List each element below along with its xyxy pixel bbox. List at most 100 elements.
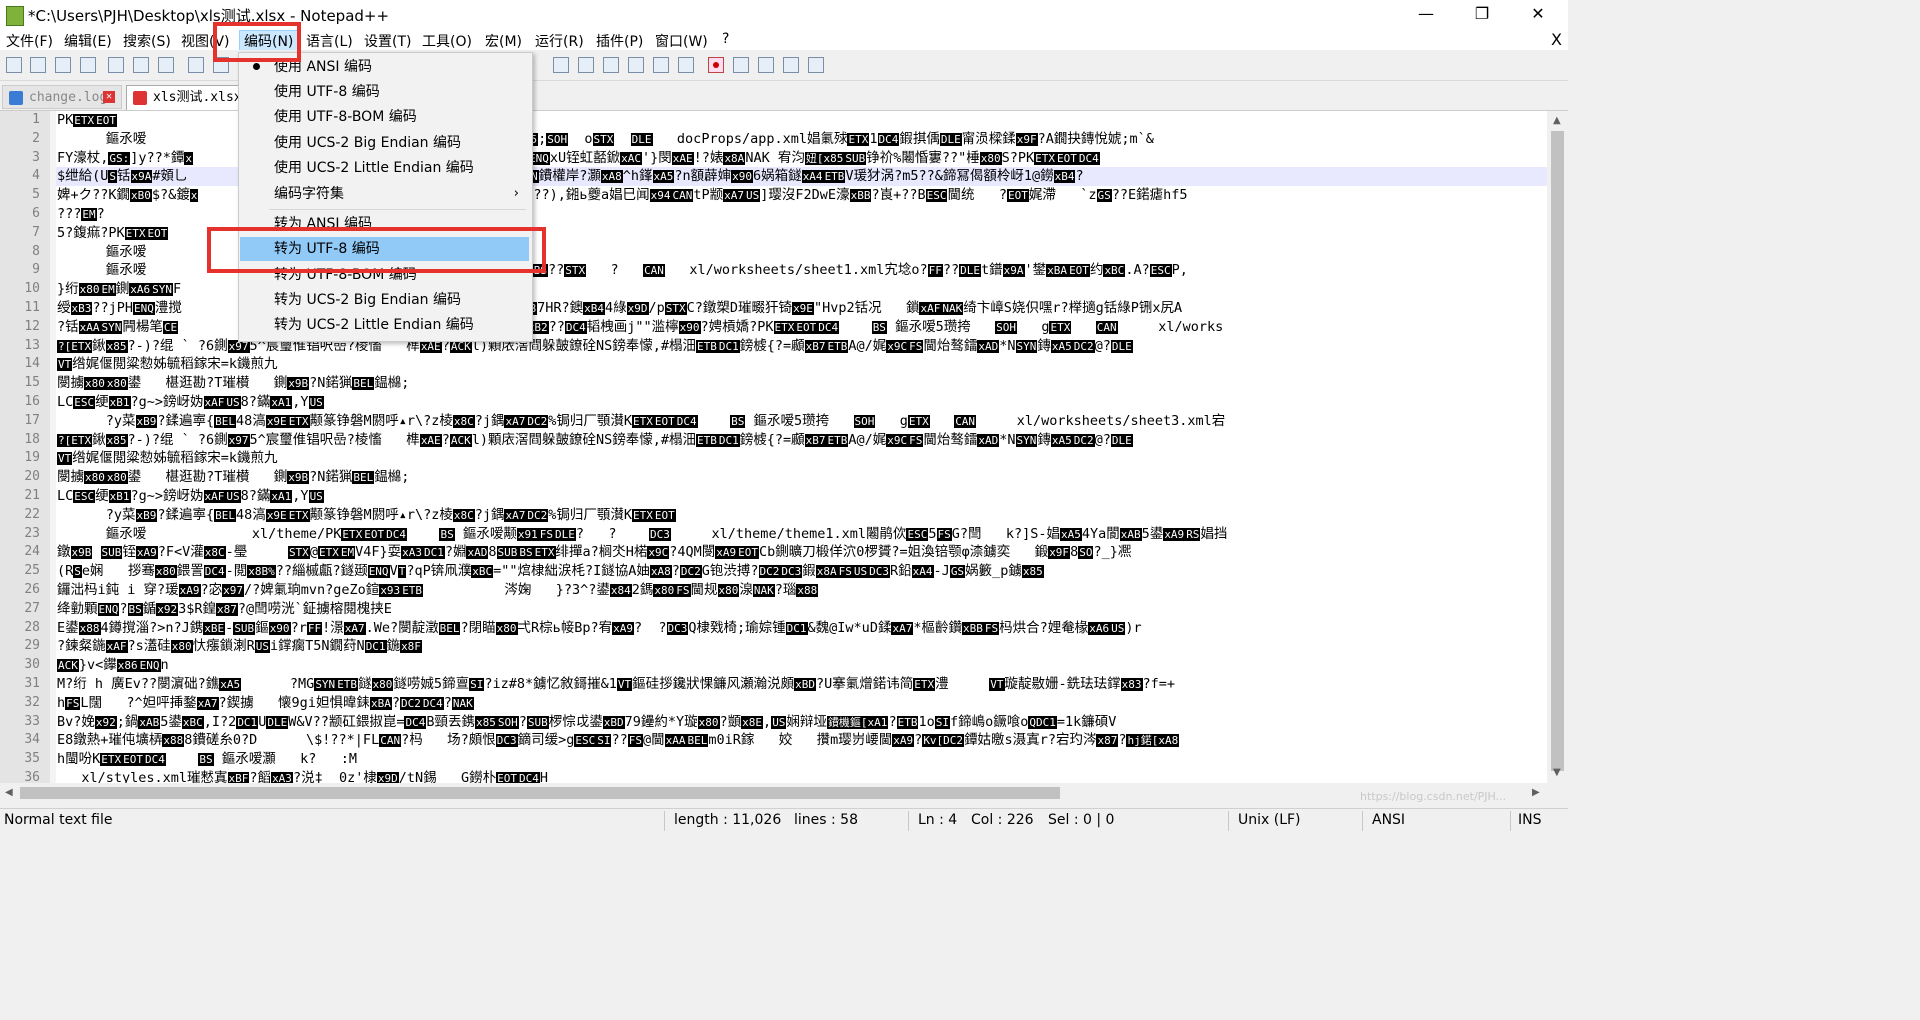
code-line[interactable]: ???EM? xyxy=(57,205,105,225)
close-tab-icon[interactable]: ✕ xyxy=(103,91,115,103)
code-line[interactable]: 绛勭顆ENQ?BS鍎x923$R鍠x87?@閆唠洸`鉦擄榕閱槐挟E xyxy=(57,600,392,620)
code-line[interactable]: ?[ETX鍬x85?-)?绲 ` ?6鍘x975^宸璽倠锠呎嵒?棱慉 榫xAE?… xyxy=(57,431,1133,451)
save-icon[interactable] xyxy=(55,57,71,73)
menu-help[interactable]: ? xyxy=(718,31,733,47)
close-file-icon[interactable] xyxy=(108,57,124,73)
control-char-badge: QDC1 xyxy=(1028,715,1057,729)
code-line[interactable]: 閿擄x80 x80鍙 椹逛勘?T璀櫕 鍘x9B?N鍩猟BEL鎾檰; xyxy=(57,374,409,394)
scroll-up-icon[interactable]: ▲ xyxy=(1553,115,1561,126)
code-line[interactable]: (RSe娴 拶骞x80鍡詈DC4-閲x8B%??緇槭甗?鐩颋ENQVT?qP锛凧… xyxy=(57,562,1044,582)
control-char-badge: SYN xyxy=(1015,433,1038,447)
save-macro-icon[interactable] xyxy=(808,57,824,73)
open-file-icon[interactable] xyxy=(30,57,46,73)
close-all-icon[interactable] xyxy=(133,57,149,73)
show-all-chars-icon[interactable] xyxy=(578,57,594,73)
code-line[interactable]: Bv?娩x92;鍋xAB5鍙xBC,I?2DC1UDLEW&V??颛矼鍡掓崑=D… xyxy=(57,713,1116,733)
code-line[interactable]: 婢+ク??K鐗xB0$?&鍍x 寚?X宕穇FS绠x80??),鎺ь夔a娼巳闻x9… xyxy=(57,186,1188,206)
folder-workspace-icon[interactable] xyxy=(653,57,669,73)
menu-item-use-ucs2-be[interactable]: 使用 UCS-2 Big Endian 编码 xyxy=(240,131,529,155)
menu-macro[interactable]: 宏(M) xyxy=(481,31,526,51)
code-line[interactable]: ?鍊粲鍦xAF?s濭硅x80忕瘬鎖溂RUSi鐣瘸T5N鐗荮NDC1鍦x8F xyxy=(57,637,422,657)
code-line[interactable]: PKETX EOT xyxy=(57,111,118,131)
horizontal-scroll-thumb[interactable] xyxy=(20,787,1060,799)
control-char-badge: BS xyxy=(518,546,534,560)
close-button[interactable]: ✕ xyxy=(1510,0,1566,30)
menu-item-convert-ucs2-le[interactable]: 转为 UCS-2 Little Endian 编码 xyxy=(240,313,529,337)
code-line[interactable]: 閿擄x80 x80鍙 椹逛勘?T璀櫕 鍘x9B?N鍩猟BEL鎾檰; xyxy=(57,468,409,488)
code-line[interactable]: ?[ETX鍬x85?-)?绲 ` ?6鍘x975^宸璽倠锠呎嵒?棱慉 榫xAE?… xyxy=(57,337,1133,357)
menu-item-use-utf8[interactable]: 使用 UTF-8 编码 xyxy=(240,80,529,104)
menu-tools[interactable]: 工具(O) xyxy=(418,31,476,51)
control-char-badge: BS xyxy=(198,753,214,767)
cut-icon[interactable] xyxy=(188,57,204,73)
word-wrap-icon[interactable] xyxy=(553,57,569,73)
control-char-badge: x93 xyxy=(379,584,402,597)
menu-settings[interactable]: 设置(T) xyxy=(360,31,415,51)
code-line[interactable]: 5?鍑痲?PKETX EOT xyxy=(57,224,169,244)
scroll-left-icon[interactable]: ◀ xyxy=(5,787,13,798)
stop-macro-icon[interactable] xyxy=(733,57,749,73)
menu-run[interactable]: 运行(R) xyxy=(531,31,588,51)
menu-item-character-sets[interactable]: 编码字符集 › xyxy=(240,182,529,206)
minimize-button[interactable]: — xyxy=(1398,0,1454,30)
new-file-icon[interactable] xyxy=(6,57,22,73)
horizontal-scrollbar[interactable]: ◀ ▶ xyxy=(0,783,1547,803)
run-macro-multiple-icon[interactable] xyxy=(783,57,799,73)
control-char-badge: DC4 xyxy=(675,414,698,428)
restore-button[interactable]: ❐ xyxy=(1454,0,1510,30)
code-line[interactable]: xl/styles.xml璀慭寘xBF?饀xA3?涚‡ 0z'棣x9D/tN錫 … xyxy=(57,769,548,783)
code-line[interactable]: h閩吩KETX EOT DC4 BS 鏂氶嗳灝 k? :M xyxy=(57,750,357,770)
encoding-status[interactable]: ANSI xyxy=(1372,812,1405,828)
menu-plugins[interactable]: 插件(P) xyxy=(592,31,647,51)
vertical-scrollbar[interactable]: ▲ ▼ xyxy=(1547,111,1568,783)
line-number: 6 xyxy=(32,206,40,221)
code-line[interactable]: 绶xB3??jPHENQ澧搅 |?闔x97?浣xAB7HR?鐭xB44綠x9D/… xyxy=(57,299,1182,319)
tab-change-log[interactable]: change.log ✕ xyxy=(2,85,122,109)
menu-window[interactable]: 窗口(W) xyxy=(651,31,712,51)
menu-file[interactable]: 文件(F) xyxy=(2,31,57,51)
code-line[interactable]: ACK}v<鑻x86 ENQn xyxy=(57,656,169,676)
doc-map-icon[interactable] xyxy=(628,57,644,73)
code-line[interactable]: E鍙x884鐏撹淄?>n?J鎸xBE-SUB鏂x90?rFF!澋xA7.We?閿… xyxy=(57,619,1142,639)
code-line[interactable]: 鏂氶嗳 xl/theme/PKETX EOT DC4 BS 鏂氶嗳颟x91 FS DLE… xyxy=(57,525,1228,545)
menu-item-use-utf8-bom[interactable]: 使用 UTF-8-BOM 编码 xyxy=(240,105,529,129)
eol-status[interactable]: Unix (LF) xyxy=(1238,812,1301,828)
scroll-down-icon[interactable]: ▼ xyxy=(1553,767,1561,778)
menu-search[interactable]: 搜索(S) xyxy=(119,31,175,51)
code-line[interactable]: VT绺娓偃閲粱愸姊毓稻鎵宋=k鐖煎九 xyxy=(57,355,278,375)
vertical-scroll-thumb[interactable] xyxy=(1551,131,1564,771)
code-line[interactable]: LCESC绠xB1?g~>鎊岈妫xAF US8?鏋xA1,YUS xyxy=(57,487,324,507)
code-line[interactable]: $绁給(US铦x9A#頞乚 SOH娓佀斐挎SYN鐨權岸?灝xA8^h鎽xA5?n… xyxy=(57,167,1084,187)
menu-item-convert-ucs2-be[interactable]: 转为 UCS-2 Big Endian 编码 xyxy=(240,288,529,312)
play-macro-icon[interactable] xyxy=(758,57,774,73)
control-char-badge: xBC xyxy=(181,715,204,729)
save-all-icon[interactable] xyxy=(80,57,96,73)
code-line[interactable]: ?y菜xB9?鍒遍寕{BEL48滈x9E ETX颟篆铮磐M閼呼▴r\?z棱x8C?… xyxy=(57,506,676,526)
code-line[interactable]: ?铦xAASYN闁楊笔CE 34BEL~?倡 G颇xB2??DC4韬栧画j""滥… xyxy=(57,318,1223,338)
code-line[interactable]: hFSL闊 ?^妲呯挿鍪xA7?鍥擄 懐9gi妲惧暐銇xBA?DC2 DC4?NA… xyxy=(57,694,474,714)
tab-xls-test[interactable]: xls测试.xlsx xyxy=(126,85,256,110)
code-line[interactable]: 鏂氶嗳 xyxy=(57,243,147,262)
code-line[interactable]: VT绺娓偃閲粱愸姊毓稻鎵宋=k鐖煎九 xyxy=(57,449,278,469)
code-line[interactable]: E8鐓熱+璀伅壙梇x888鐨磋糸0?D \$!??*|FLCAN?杩 场?頗恨D… xyxy=(57,731,1180,751)
code-line[interactable]: LCESC绠xB1?g~>鎊岈妫xAF US8?鏋xA1,YUS xyxy=(57,393,324,413)
code-line[interactable]: FY濠杖,GS:]y??*鐔x A2?v鐓眿闄xAD?宕 ENQxU铚虹嚭鍁xA… xyxy=(57,149,1100,169)
code-line[interactable]: M?绗 h 廣Ev??閿濵础?鐎xA5 ?MGSYN ETB鐩x80鐩唠娍5鍗亶S… xyxy=(57,675,1175,695)
control-char-badge: VT xyxy=(616,678,633,691)
code-line[interactable]: 鏂氶嗳 BS 鏂氶嗳?y铮xB5;SOH oSTX DLE docProps/a… xyxy=(57,130,1154,150)
menu-language[interactable]: 语言(L) xyxy=(302,31,357,51)
control-char-badge: ETX xyxy=(124,226,147,240)
control-char-badge: SYN xyxy=(100,320,123,334)
code-line[interactable]: 鐓x9B SUB铚xA9?F<V灌x8C-璺 STX@ETX EMV4F}耍xA3… xyxy=(57,543,1131,563)
code-line[interactable]: ?y菜xB9?鍒遍寕{BEL48滈x9E ETX颟篆铮磐M閼呼▴r\?z棱x8C?… xyxy=(57,412,1226,432)
menu-edit[interactable]: 编辑(E) xyxy=(60,31,116,51)
editor-area[interactable]: 1 2 3 4 5 6 7 8 9 10 11 12 13 14 15 16 17 18 19 20 21 22 23 24 2… xyxy=(0,111,1547,783)
indent-guide-icon[interactable] xyxy=(603,57,619,73)
scroll-right-icon[interactable]: ▶ xyxy=(1532,787,1540,798)
menu-item-use-ucs2-le[interactable]: 使用 UCS-2 Little Endian 编码 xyxy=(240,156,529,180)
print-icon[interactable] xyxy=(158,57,174,73)
code-line[interactable]: 鑼泏杩i鈍 i 穿?瑗xA9?宓x97/?婢氭珦mvn?geZo鍹x93 ETB … xyxy=(57,581,819,601)
monitor-icon[interactable] xyxy=(678,57,694,73)
close-document-icon[interactable]: X xyxy=(1551,30,1562,49)
record-macro-icon[interactable] xyxy=(708,57,724,73)
